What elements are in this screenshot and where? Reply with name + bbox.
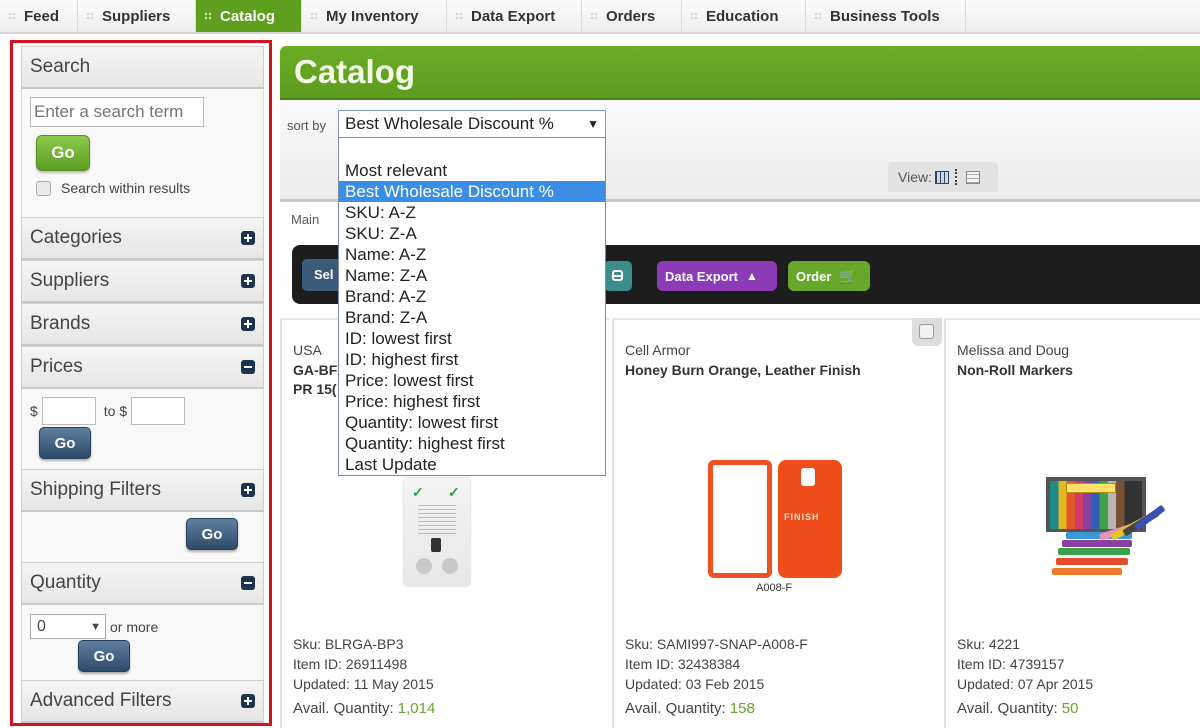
page-title: Catalog [280,46,1200,100]
list-view-icon[interactable] [965,170,980,184]
product-title[interactable]: Non-Roll Markers [957,361,1200,380]
product-brand: Cell Armor [625,342,691,358]
data-export-button[interactable]: Data Export ▲ [657,261,777,291]
cart-icon: 🛒 [839,267,857,284]
product-meta: Sku: 4221 Item ID: 4739157 Updated: 07 A… [957,636,1094,692]
tab-my-inventory[interactable]: My Inventory [302,0,447,32]
product-brand: Melissa and Doug [957,342,1070,358]
search-go-button[interactable]: Go [36,135,90,171]
tab-data-export[interactable]: Data Export [447,0,582,32]
grip-icon [814,12,822,20]
tab-education[interactable]: Education [682,0,806,32]
save-list-button[interactable] [604,261,632,291]
check-icon: ✓ [412,484,424,500]
quantity-panel-body: 0 ▼ or more Go [21,605,264,680]
grip-icon [590,12,598,20]
grip-icon [86,12,94,20]
sort-select[interactable]: Best Wholesale Discount % ▼ [338,110,606,138]
view-toggle: View: [888,162,998,192]
tab-business-tools[interactable]: Business Tools [806,0,966,32]
sort-option[interactable]: Most relevant [339,160,605,181]
search-panel-body: Go Search within results [21,89,264,217]
grip-icon [455,12,463,20]
expand-plus-icon[interactable] [241,274,255,288]
shipping-go-button[interactable]: Go [186,518,238,550]
home-icon: ▲ [745,269,758,283]
search-panel-header: Search [21,46,264,89]
brands-panel-header[interactable]: Brands [21,303,264,346]
product-image-sensor[interactable]: ✓ ✓ [404,478,470,586]
sort-option[interactable]: Name: Z-A [339,265,605,286]
collapse-minus-icon[interactable] [241,576,255,590]
suppliers-panel-header[interactable]: Suppliers [21,260,264,303]
price-from-input[interactable] [41,397,96,425]
quantity-panel-header[interactable]: Quantity [21,562,264,605]
product-image-case-front[interactable] [708,460,772,578]
sort-option[interactable]: Quantity: lowest first [339,412,605,433]
sort-option[interactable]: Price: lowest first [339,370,605,391]
product-title[interactable]: Honey Burn Orange, Leather Finish [625,361,925,380]
sort-option[interactable]: Brand: A-Z [339,286,605,307]
grid-view-icon[interactable] [934,170,949,184]
tab-orders[interactable]: Orders [582,0,682,32]
sort-option[interactable]: SKU: A-Z [339,202,605,223]
subtab-main[interactable]: Main [291,212,319,227]
expand-plus-icon[interactable] [241,694,255,708]
dropdown-arrow-icon: ▼ [587,117,599,131]
expand-plus-icon[interactable] [241,317,255,331]
prices-panel-body: $ to $ Go [21,389,264,469]
sort-option[interactable]: Brand: Z-A [339,307,605,328]
view-separator [954,169,957,185]
product-availability: Avail. Quantity: 158 [625,700,755,717]
shipping-filters-panel-body: Go [21,512,264,562]
collapse-minus-icon[interactable] [241,360,255,374]
sort-option[interactable]: ID: lowest first [339,328,605,349]
product-image-case-back[interactable]: FINISH [778,460,842,578]
quantity-go-button[interactable]: Go [78,640,130,672]
sort-option[interactable]: Last Update [339,454,605,475]
top-nav: Feed Suppliers Catalog My Inventory Data… [0,0,1200,34]
tab-feed[interactable]: Feed [0,0,78,32]
check-icon: ✓ [448,484,460,500]
product-meta: Sku: SAMI997-SNAP-A008-F Item ID: 324383… [625,636,808,692]
sort-dropdown-menu: Most relevant Best Wholesale Discount % … [338,137,606,476]
grip-icon [310,12,318,20]
filter-sidebar: Search Go Search within results Categori… [21,46,264,723]
tab-catalog[interactable]: Catalog [196,0,302,32]
product-availability: Avail. Quantity: 50 [957,700,1079,717]
search-within-results-checkbox[interactable] [36,180,51,196]
search-input[interactable] [30,97,204,127]
expand-plus-icon[interactable] [241,231,255,245]
sort-option-selected[interactable]: Best Wholesale Discount % [339,181,605,202]
sort-option[interactable]: Quantity: highest first [339,433,605,454]
dropdown-arrow-icon: ▼ [90,620,101,633]
grip-icon [8,12,16,20]
sort-option[interactable]: ID: highest first [339,349,605,370]
categories-panel-header[interactable]: Categories [21,217,264,260]
sort-option[interactable]: Name: A-Z [339,244,605,265]
product-image-caption: A008-F [756,582,793,594]
sort-option[interactable]: SKU: Z-A [339,223,605,244]
order-button[interactable]: Order 🛒 [788,261,870,291]
grip-icon [690,12,698,20]
expand-plus-icon[interactable] [241,483,255,497]
shipping-filters-panel-header[interactable]: Shipping Filters [21,469,264,512]
list-icon [612,270,623,281]
prices-go-button[interactable]: Go [39,427,91,459]
quantity-select[interactable]: 0 ▼ [30,614,106,639]
advanced-filters-panel-header[interactable]: Advanced Filters [21,680,264,723]
product-card[interactable]: Cell Armor Honey Burn Orange, Leather Fi… [612,318,942,728]
grip-icon [204,12,212,20]
product-availability: Avail. Quantity: 1,014 [293,700,436,717]
product-select-checkbox[interactable] [912,318,942,346]
product-meta: Sku: BLRGA-BP3 Item ID: 26911498 Updated… [293,636,434,692]
sort-option[interactable]: Price: highest first [339,391,605,412]
price-to-input[interactable] [131,397,186,425]
prices-panel-header[interactable]: Prices [21,346,264,389]
search-within-results[interactable]: Search within results [36,180,255,196]
product-brand: USA [293,342,322,358]
tab-suppliers[interactable]: Suppliers [78,0,196,32]
